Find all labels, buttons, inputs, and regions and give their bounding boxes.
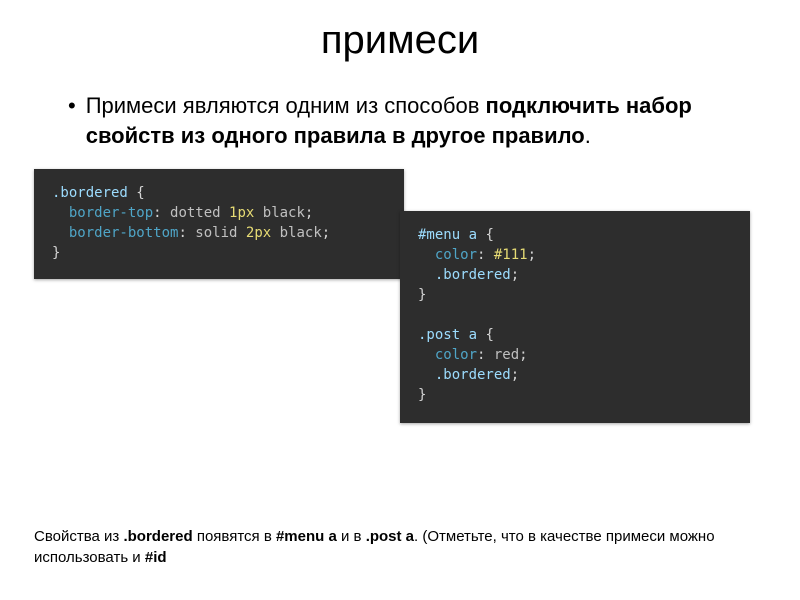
code-block-usage: #menu a { color: #111; .bordered; } .pos… [400, 211, 750, 423]
code-area: .bordered { border-top: dotted 1px black… [0, 169, 800, 439]
footnote: Свойства из .bordered появятся в #menu a… [34, 526, 766, 568]
bullet-text: Примеси являются одним из способов подкл… [86, 91, 760, 151]
slide-title: примеси [0, 0, 800, 91]
bullet-block: • Примеси являются одним из способов под… [0, 91, 800, 151]
bullet-dot: • [68, 91, 76, 121]
code-block-bordered: .bordered { border-top: dotted 1px black… [34, 169, 404, 279]
